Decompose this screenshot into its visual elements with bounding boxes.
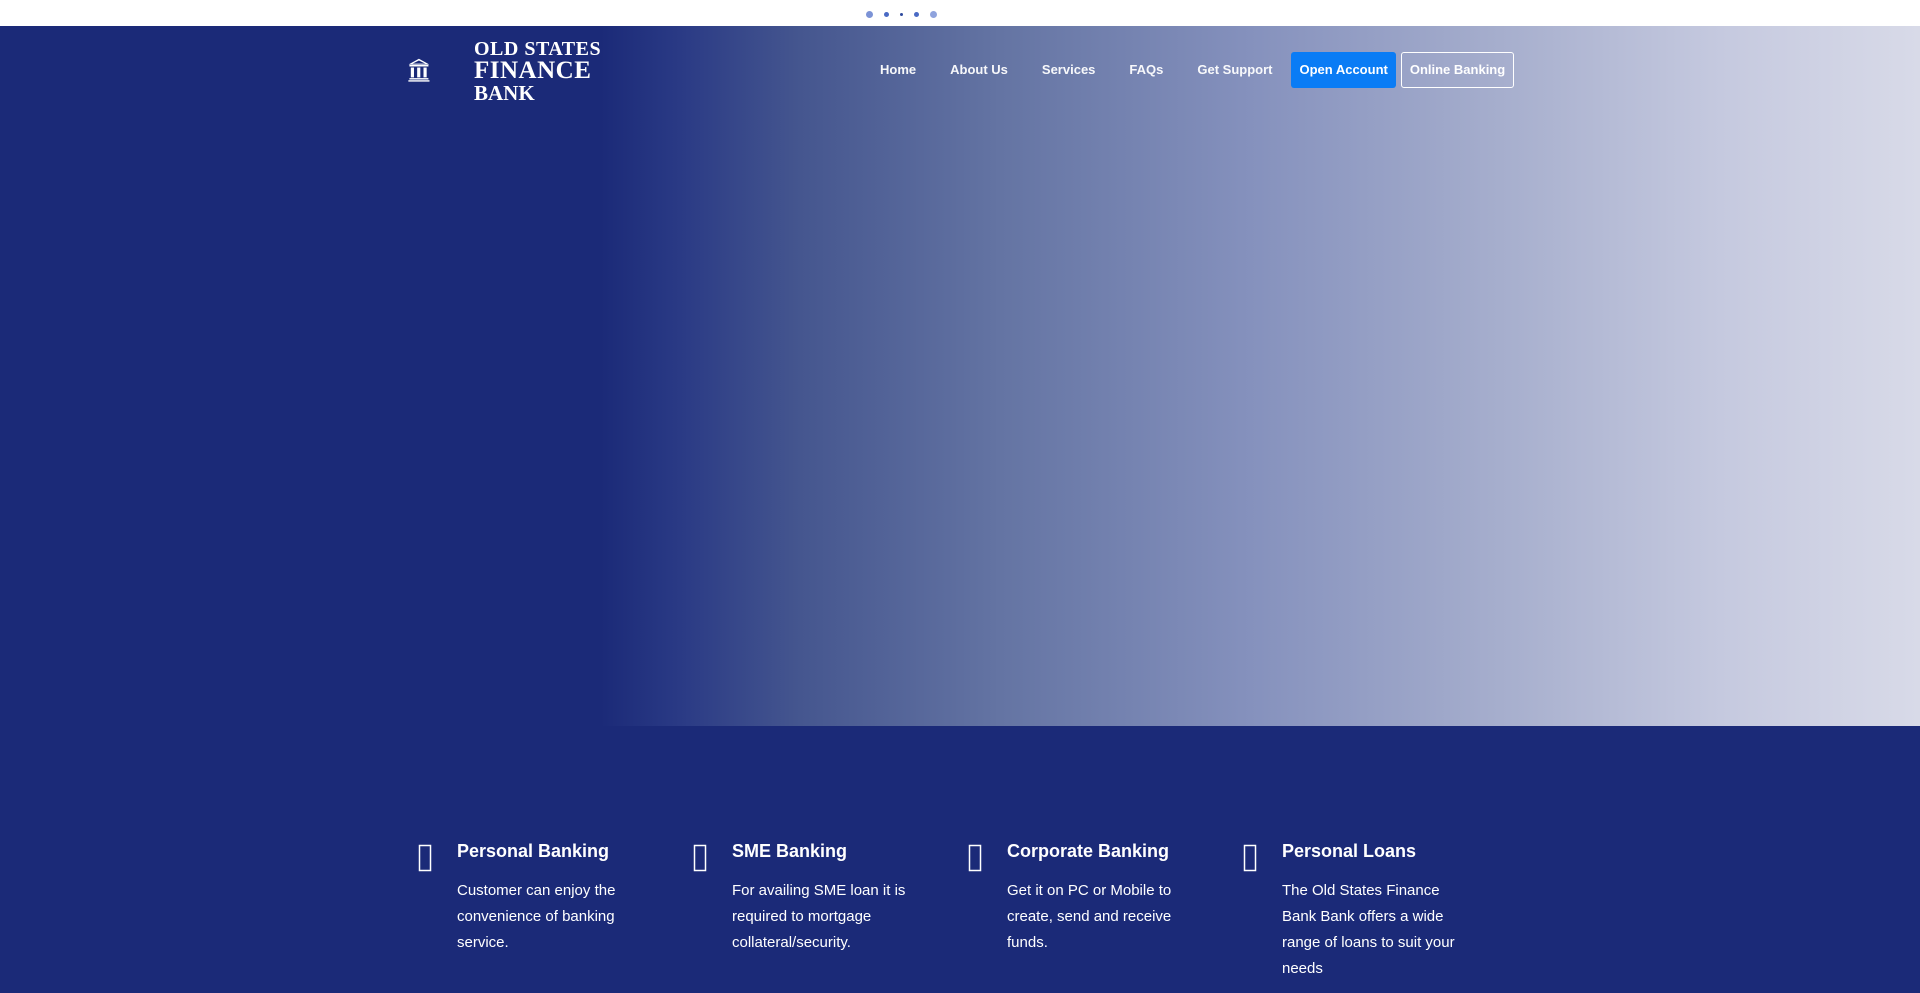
nav-item-faqs[interactable]: FAQs <box>1112 52 1180 88</box>
loading-dot <box>884 11 889 17</box>
main-nav: Home About Us Services FAQs Get Support … <box>863 52 1515 88</box>
missing-glyph-icon <box>968 844 982 872</box>
feature-personal-loans: Personal Loans The Old States Finance Ba… <box>1243 840 1518 982</box>
feature-description: Customer can enjoy the convenience of ba… <box>457 882 616 951</box>
nav-item-about-us[interactable]: About Us <box>933 52 1025 88</box>
feature-title: Personal Loans <box>1282 841 1417 861</box>
feature-description: For availing SME loan it is required to … <box>732 882 906 951</box>
brand-line-2: FINANCE <box>474 57 592 84</box>
feature-title: SME Banking <box>732 841 848 861</box>
missing-glyph-icon <box>1243 844 1257 872</box>
feature-personal-banking: Personal Banking Customer can enjoy the … <box>418 840 693 982</box>
feature-corporate-banking: Corporate Banking Get it on PC or Mobile… <box>968 840 1243 982</box>
nav-item-get-support[interactable]: Get Support <box>1180 52 1289 88</box>
loading-dot <box>866 10 873 18</box>
brand-line-3: BANK <box>474 81 535 105</box>
open-account-button[interactable]: Open Account <box>1291 52 1396 88</box>
nav-item-home[interactable]: Home <box>863 52 933 88</box>
missing-glyph-icon <box>418 844 432 872</box>
feature-sme-banking: SME Banking For availing SME loan it is … <box>693 840 968 982</box>
online-banking-button[interactable]: Online Banking <box>1400 52 1515 88</box>
loading-dots <box>866 10 948 18</box>
feature-description: Get it on PC or Mobile to create, send a… <box>1007 882 1172 951</box>
nav-item-services[interactable]: Services <box>1025 52 1113 88</box>
brand-logo-text[interactable]: OLD STATES FINANCE BANK <box>474 38 601 104</box>
loading-dot <box>914 11 919 17</box>
top-loader-strip <box>0 0 1920 26</box>
loading-dot <box>900 12 903 16</box>
feature-title: Personal Banking <box>457 841 610 861</box>
missing-glyph-icon <box>693 844 707 872</box>
services-features: Personal Banking Customer can enjoy the … <box>418 840 1518 982</box>
loading-dot <box>930 10 937 18</box>
hero-banner <box>0 26 1920 726</box>
feature-description: The Old States Finance Bank Bank offers … <box>1282 882 1455 977</box>
feature-title: Corporate Banking <box>1007 841 1170 861</box>
bank-columns-icon[interactable] <box>408 36 470 104</box>
